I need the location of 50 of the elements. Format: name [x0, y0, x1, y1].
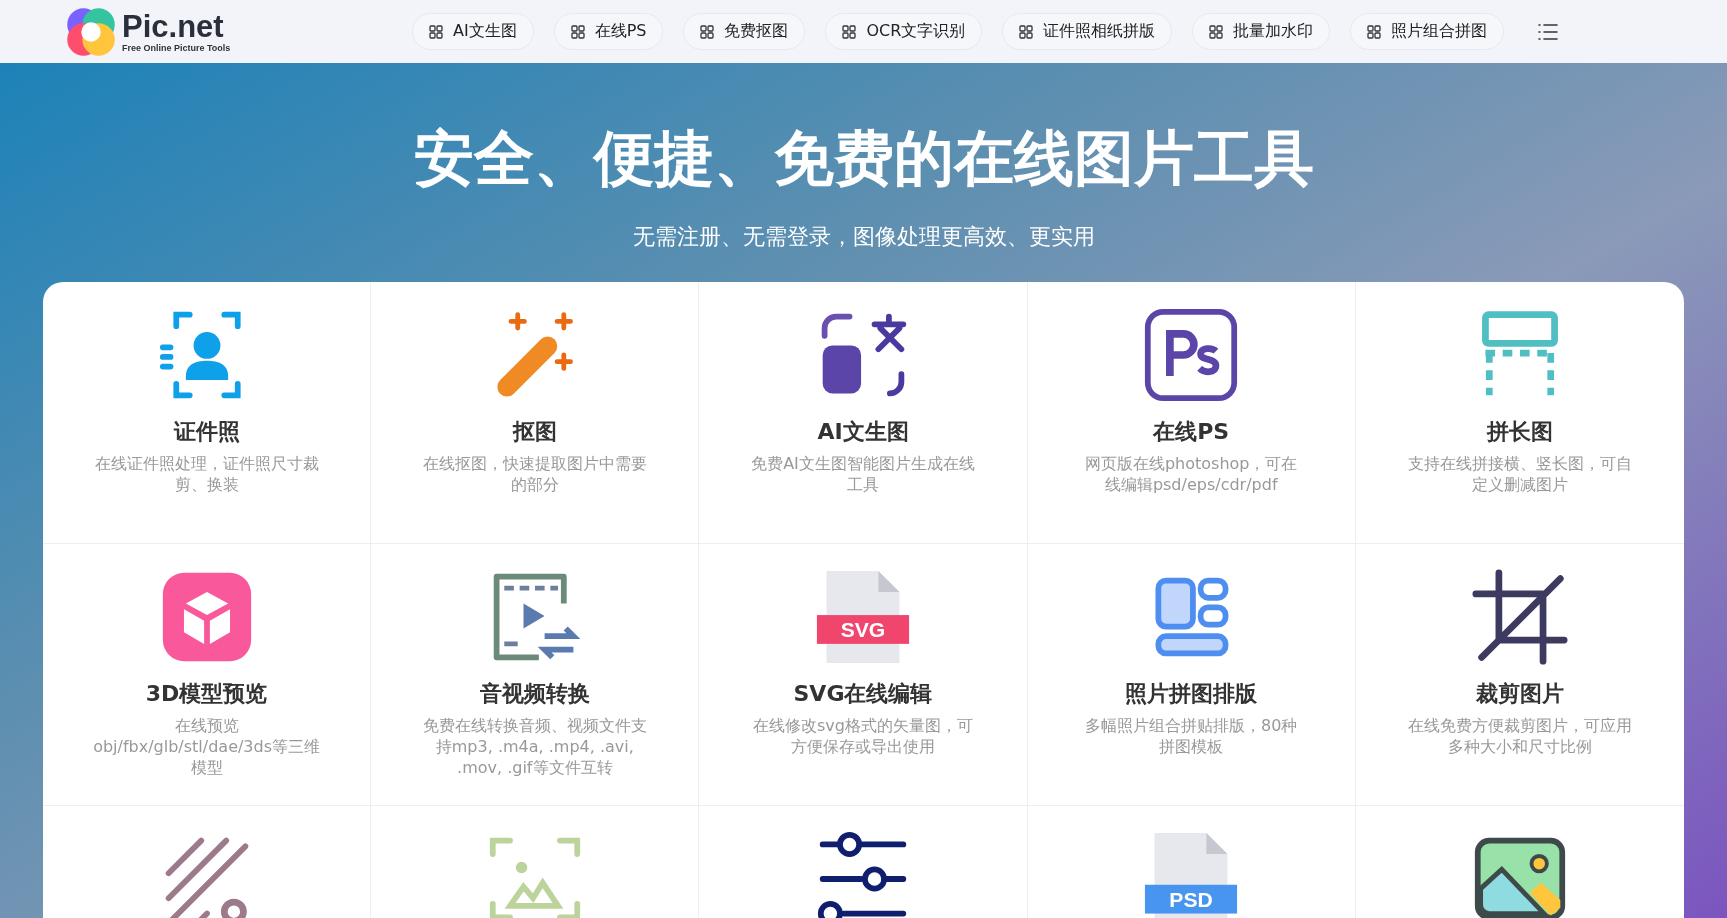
grid-icon [842, 24, 857, 39]
tool-description: 支持在线拼接横、竖长图，可自定义删减图片 [1406, 453, 1633, 495]
crop-icon [1471, 569, 1568, 665]
tool-title: 抠图 [512, 418, 557, 446]
tool-description: 在线抠图，快速提取图片中需要的部分 [421, 453, 648, 495]
tool-description: 在线预览obj/fbx/glb/stl/dae/3ds等三维模型 [93, 715, 321, 778]
nav-link[interactable]: 在线PS [553, 13, 664, 50]
tool-title: 3D模型预览 [145, 680, 268, 708]
tool-tile[interactable]: 裁剪图片 在线免费方便裁剪图片，可应用多种大小和尺寸比例 [1355, 544, 1684, 806]
tool-description: 网页版在线photoshop，可在线编辑psd/eps/cdr/pdf [1083, 453, 1299, 495]
nav-link[interactable]: AI文生图 [412, 13, 534, 50]
hero-title: 安全、便捷、免费的在线图片工具 [413, 122, 1314, 195]
tool-tile[interactable]: 在线PS 网页版在线photoshop，可在线编辑psd/eps/cdr/pdf [1027, 282, 1356, 544]
tool-tile[interactable]: 拼长图 支持在线拼接横、竖长图，可自定义删减图片 [1355, 282, 1684, 544]
tool-tile[interactable]: 抠图 在线抠图，快速提取图片中需要的部分 [371, 282, 700, 544]
logo-tagline: Free Online Picture Tools [122, 42, 231, 53]
grid-icon [700, 24, 715, 39]
tool-title: 证件照 [173, 418, 240, 446]
tool-title: 在线PS [1153, 418, 1230, 446]
logo-name: Pic.net [122, 10, 225, 43]
tool-tile[interactable]: 照片拼图排版 多幅照片组合拼贴排版，80种拼图模板 [1027, 544, 1356, 806]
grid-icon [570, 24, 585, 39]
tool-tile[interactable]: 3D模型预览 在线预览obj/fbx/glb/stl/dae/3ds等三维模型 [43, 544, 372, 806]
tool-tile[interactable]: SVG SVG在线编辑 在线修改svg格式的矢量图，可方便保存或导出使用 [699, 544, 1028, 806]
grid-icon [1367, 24, 1382, 39]
tool-title: 裁剪图片 [1475, 680, 1564, 708]
tool-title: 音视频转换 [479, 680, 590, 708]
tool-tile[interactable]: 音视频转换 免费在线转换音频、视频文件支持mp3, .m4a, .mp4, .avi, .mov, .gif等文件互转 [371, 544, 700, 806]
ps-icon [1143, 307, 1240, 403]
nav-link[interactable]: 证件照相纸拼版 [1002, 13, 1173, 50]
tool-description: 多幅照片组合拼贴排版，80种拼图模板 [1084, 715, 1299, 757]
grid-icon [1209, 24, 1224, 39]
tool-tile[interactable]: AI文生图 免费AI文生图智能图片生成在线工具 [699, 282, 1028, 544]
tool-description: 免费在线转换音频、视频文件支持mp3, .m4a, .mp4, .avi, .mov, .gif等文件互转 [421, 715, 648, 778]
nav-link[interactable]: 批量加水印 [1192, 13, 1331, 50]
tool-description: 在线修改svg格式的矢量图，可方便保存或导出使用 [752, 715, 974, 757]
hero-subtitle: 无需注册、无需登录，图像处理更高效、更实用 [632, 223, 1095, 251]
tool-title: 拼长图 [1486, 418, 1553, 446]
tool-title: SVG在线编辑 [793, 680, 933, 708]
grid-icon [1019, 24, 1034, 39]
tool-title: 照片拼图排版 [1125, 680, 1258, 708]
tool-description: 在线证件照处理，证件照尺寸裁剪、换装 [93, 453, 320, 495]
nav-link[interactable]: 照片组合拼图 [1350, 13, 1505, 50]
tool-tile[interactable]: 证件照 在线证件照处理，证件照尺寸裁剪、换装 [43, 282, 372, 544]
tool-description: 免费AI文生图智能图片生成在线工具 [750, 453, 976, 495]
nav-link[interactable]: OCR文字识别 [825, 13, 983, 50]
grid-icon [429, 24, 443, 39]
tool-description: 在线免费方便裁剪图片，可应用多种大小和尺寸比例 [1406, 715, 1633, 757]
nav-link[interactable]: 免费抠图 [683, 13, 806, 50]
tool-title: AI文生图 [817, 418, 909, 446]
